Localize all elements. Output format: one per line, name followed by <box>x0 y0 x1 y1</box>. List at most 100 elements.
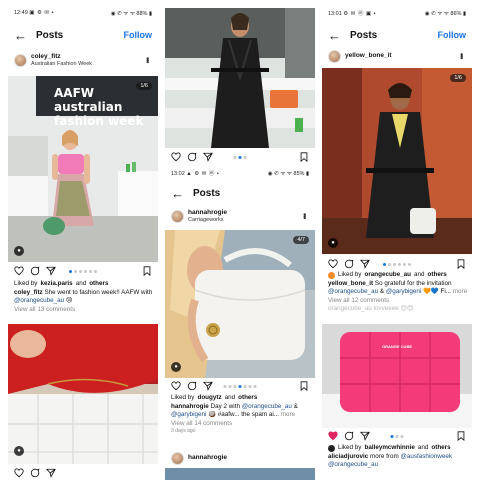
bookmark-icon[interactable] <box>142 266 152 276</box>
bookmark-icon[interactable] <box>299 152 309 162</box>
post-photo[interactable]: 4/7 ● <box>165 230 315 378</box>
liked-by-others[interactable]: others <box>428 271 447 280</box>
comment-icon[interactable] <box>344 431 354 441</box>
avatar[interactable] <box>171 451 184 465</box>
liked-by-user[interactable]: balleymcwhinnie <box>364 444 414 453</box>
page-title: Posts <box>350 29 378 41</box>
username[interactable]: yellow_bone_it <box>345 52 457 59</box>
caption-mention[interactable]: @ausfashionweek <box>400 453 452 460</box>
post-panel-coley: 12:49 ▣ ⚙ ✉ • ◉ ✆ ᯤ ᯤ 88% ▮ ← Posts Foll… <box>8 8 158 480</box>
status-right: ◉ ✆ ᯤ ᯤ 88% ▮ <box>110 11 152 17</box>
caption-mention[interactable]: @orangecube_au <box>328 288 378 295</box>
tag-people-icon[interactable]: ● <box>14 246 24 256</box>
nav-bar: ← Posts Follow <box>322 26 472 44</box>
caption-text: more from <box>370 452 399 460</box>
more-options-icon[interactable]: ••• <box>457 53 466 58</box>
liked-by-user[interactable]: dougytz <box>197 394 221 403</box>
share-icon[interactable] <box>46 468 56 478</box>
like-heart-icon[interactable] <box>171 152 181 162</box>
follow-button[interactable]: Follow <box>438 30 467 40</box>
next-post-header: hannahrogie <box>165 448 315 468</box>
caption-author[interactable]: hannahrogie <box>171 403 209 410</box>
back-arrow-icon[interactable]: ← <box>171 187 185 200</box>
caption-mention[interactable]: @orangecube_au <box>328 461 378 468</box>
like-heart-icon[interactable] <box>14 266 24 276</box>
view-comments-link[interactable]: View all 14 comments <box>171 420 311 429</box>
more-options-icon[interactable]: ••• <box>300 213 309 218</box>
post-photo[interactable]: AAFW australian fashion week 1/6 ● <box>8 76 158 262</box>
liked-by: Liked by dougytz and others <box>171 394 258 403</box>
liked-heart-icon[interactable] <box>328 431 338 441</box>
bookmark-icon[interactable] <box>456 431 466 441</box>
liked-by-user[interactable]: orangecube_au <box>364 271 411 280</box>
caption-mention[interactable]: @orangecube_au <box>14 297 64 304</box>
liked-by-avatar <box>328 444 335 452</box>
next-post-photo[interactable]: ORANGE CUBE <box>322 324 472 428</box>
next-post-photo[interactable] <box>165 468 315 480</box>
more-options-icon[interactable]: ••• <box>143 57 152 62</box>
username[interactable]: hannahrogie <box>188 454 309 461</box>
tag-people-icon[interactable]: ● <box>14 446 24 456</box>
comment-icon[interactable] <box>344 259 354 269</box>
share-icon[interactable] <box>360 431 370 441</box>
avatar[interactable] <box>171 209 184 223</box>
comment-icon[interactable] <box>187 152 197 162</box>
caption-mention[interactable]: @garybigeni <box>171 411 206 418</box>
liked-by: Liked by balleymcwhinnie and others <box>328 444 468 453</box>
like-heart-icon[interactable] <box>171 381 181 391</box>
liked-by-user[interactable]: kezia.paris <box>40 280 72 289</box>
caption-author[interactable]: aliciadjurovic <box>328 453 368 460</box>
liked-by-others[interactable]: others <box>238 394 257 403</box>
bookmark-icon[interactable] <box>456 259 466 269</box>
back-arrow-icon[interactable]: ← <box>14 29 28 42</box>
caption-author[interactable]: coley_fitz <box>14 289 43 296</box>
leather-jacket-photo <box>322 68 472 254</box>
caption-text: Day 2 with <box>210 402 240 410</box>
next-post-photo[interactable]: ● <box>8 324 158 464</box>
status-time: 12:49 <box>14 10 28 16</box>
location[interactable]: Australian Fashion Week <box>31 61 143 67</box>
username[interactable]: hannahrogie <box>188 209 300 216</box>
like-heart-icon[interactable] <box>14 468 24 478</box>
post-photo[interactable]: 1/6 ● <box>322 68 472 254</box>
comment-icon[interactable] <box>30 266 40 276</box>
status-bar: 13:01 ⚙ ✉ ⓜ ▣ • ◉ ✆ ᯤ ᯤ 86% ▮ <box>322 8 472 18</box>
share-icon[interactable] <box>360 259 370 269</box>
comment-icon[interactable] <box>187 381 197 391</box>
share-icon[interactable] <box>46 266 56 276</box>
pagination-dots <box>390 434 404 438</box>
avatar[interactable] <box>14 53 27 67</box>
post-caption: Liked by kezia.paris and others coley_fi… <box>14 280 154 314</box>
like-heart-icon[interactable] <box>328 259 338 269</box>
post-actions <box>8 264 158 278</box>
view-comments-link[interactable]: View all 12 comments <box>328 297 468 306</box>
top-photo[interactable] <box>165 8 315 148</box>
more-link[interactable]: more <box>281 411 295 418</box>
next-post-actions <box>8 466 158 480</box>
avatar[interactable] <box>328 49 341 63</box>
share-icon[interactable] <box>203 152 213 162</box>
tag-people-icon[interactable]: ● <box>328 238 338 248</box>
caption-author[interactable]: yellow_bone_it <box>328 280 373 287</box>
back-arrow-icon[interactable]: ← <box>328 29 342 42</box>
caption-mention[interactable]: @garybigeni <box>386 288 421 295</box>
follow-button[interactable]: Follow <box>124 30 153 40</box>
location[interactable]: Carriageworks <box>188 217 300 223</box>
comment-icon[interactable] <box>30 468 40 478</box>
liked-by-others[interactable]: others <box>431 444 450 453</box>
post-actions <box>322 257 472 271</box>
post-header: yellow_bone_it ••• <box>322 46 472 66</box>
caption-emoji: 😢 <box>65 297 73 304</box>
liked-by-others[interactable]: others <box>89 280 108 289</box>
next-post-actions <box>322 429 472 443</box>
view-comments-link[interactable]: View all 13 comments <box>14 306 154 315</box>
username[interactable]: coley_fitz <box>31 53 143 60</box>
post-panel-yellowbone: 13:01 ⚙ ✉ ⓜ ▣ • ◉ ✆ ᯤ ᯤ 86% ▮ ← Posts Fo… <box>322 8 472 480</box>
bookmark-icon[interactable] <box>299 381 309 391</box>
share-icon[interactable] <box>203 381 213 391</box>
more-link[interactable]: more <box>453 288 467 295</box>
caption-mention[interactable]: @orangecube_au <box>242 403 292 410</box>
status-time: 13:02 <box>171 171 185 177</box>
post-header: hannahrogie Carriageworks ••• <box>165 206 315 226</box>
tag-people-icon[interactable]: ● <box>171 362 181 372</box>
